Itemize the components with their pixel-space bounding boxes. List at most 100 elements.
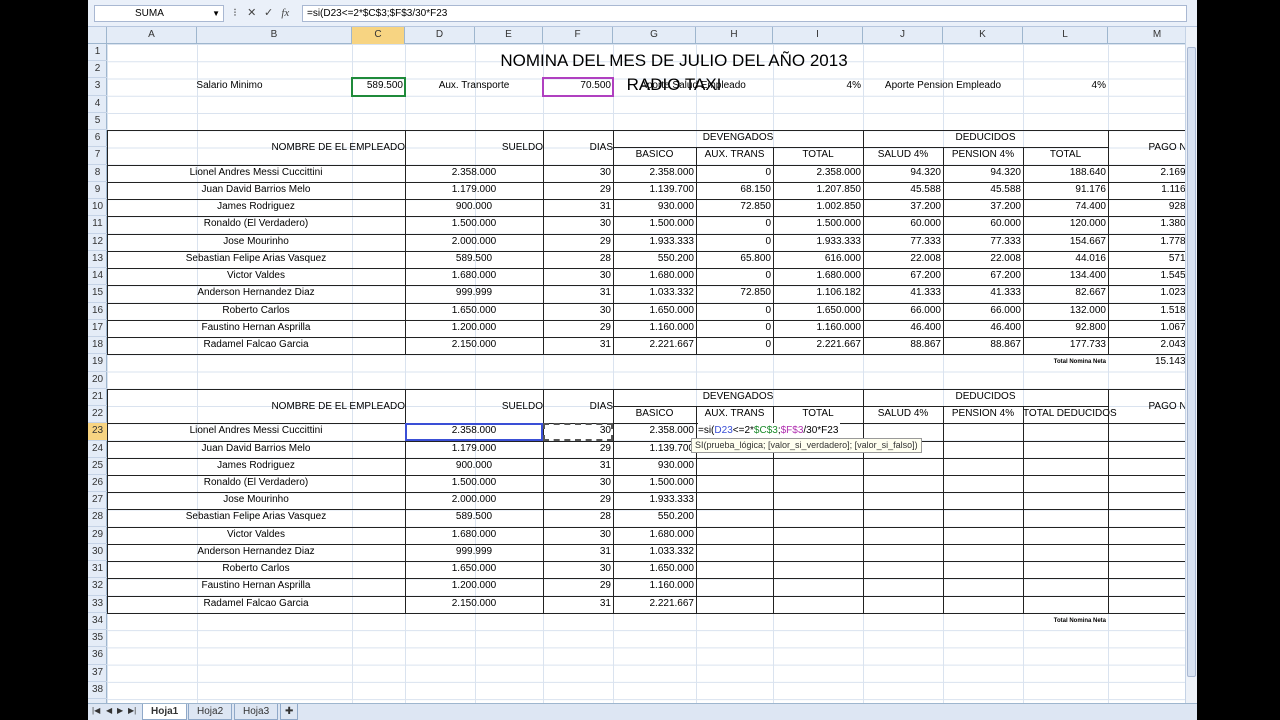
sueldo-value[interactable]: 1.179.000: [405, 182, 543, 199]
header-pension[interactable]: PENSION 4%: [943, 147, 1023, 164]
employee-name[interactable]: Sebastian Felipe Arias Vasquez: [107, 251, 405, 268]
amount-value[interactable]: 1.380.000: [1108, 216, 1186, 233]
sueldo-value[interactable]: 1.680.000: [405, 527, 543, 544]
employee-name[interactable]: Juan David Barrios Melo: [107, 182, 405, 199]
row-header[interactable]: 21: [88, 389, 107, 407]
row-header[interactable]: 25: [88, 458, 107, 475]
header-total[interactable]: TOTAL: [1023, 147, 1108, 164]
sueldo-value[interactable]: 1.179.000: [405, 441, 543, 458]
name-box[interactable]: SUMA ▼: [94, 5, 224, 22]
total-label[interactable]: Total Nomina Neta: [943, 613, 1108, 630]
row-header[interactable]: 35: [88, 630, 107, 648]
amount-value[interactable]: 60.000: [943, 216, 1023, 233]
amount-value[interactable]: 94.320: [863, 165, 943, 182]
sueldo-value[interactable]: 1.200.000: [405, 320, 543, 337]
amount-value[interactable]: 0: [696, 268, 773, 285]
column-header-e[interactable]: E: [475, 27, 543, 44]
amount-value[interactable]: 67.200: [863, 268, 943, 285]
amount-value[interactable]: 77.333: [943, 234, 1023, 251]
insert-sheet-icon[interactable]: ✚: [280, 704, 299, 720]
amount-value[interactable]: 132.000: [1023, 303, 1108, 320]
sueldo-value[interactable]: 1.680.000: [405, 268, 543, 285]
header-basico[interactable]: BASICO: [613, 406, 696, 423]
column-header-j[interactable]: J: [863, 27, 943, 44]
dias-value[interactable]: 30: [543, 423, 613, 440]
amount-value[interactable]: 72.850: [696, 199, 773, 216]
header-deducidos[interactable]: DEDUCIDOS: [863, 389, 1108, 406]
row-header[interactable]: 6: [88, 130, 107, 148]
amount-value[interactable]: 60.000: [863, 216, 943, 233]
amount-value[interactable]: 1.002.850: [773, 199, 863, 216]
amount-value[interactable]: 1.933.333: [773, 234, 863, 251]
pension-label[interactable]: Aporte Pension Empleado: [863, 78, 1023, 95]
amount-value[interactable]: 92.800: [1023, 320, 1108, 337]
amount-value[interactable]: 44.016: [1023, 251, 1108, 268]
amount-value[interactable]: 0: [696, 320, 773, 337]
row-header[interactable]: 13: [88, 251, 107, 269]
worksheet-grid[interactable]: NOMINA DEL MES DE JULIO DEL AÑO 2013 RADI…: [107, 44, 1185, 703]
insert-function-icon[interactable]: fx: [278, 4, 292, 23]
basico-value[interactable]: 2.221.667: [613, 596, 696, 613]
amount-value[interactable]: 1.207.850: [773, 182, 863, 199]
amount-value[interactable]: 37.200: [943, 199, 1023, 216]
amount-value[interactable]: 41.333: [863, 285, 943, 302]
column-header-a[interactable]: A: [107, 27, 197, 44]
sueldo-value[interactable]: 2.000.000: [405, 234, 543, 251]
amount-value[interactable]: 2.358.000: [613, 165, 696, 182]
total-label[interactable]: Total Nomina Neta: [943, 354, 1108, 371]
amount-value[interactable]: 1.650.000: [613, 303, 696, 320]
row-header[interactable]: 38: [88, 682, 107, 700]
column-header-k[interactable]: K: [943, 27, 1023, 44]
amount-value[interactable]: 1.116.674: [1108, 182, 1185, 199]
sueldo-value[interactable]: 2.358.000: [405, 423, 543, 440]
amount-value[interactable]: 1.650.000: [773, 303, 863, 320]
sueldo-value[interactable]: 2.150.000: [405, 596, 543, 613]
header-pension[interactable]: PENSION 4%: [943, 406, 1023, 423]
amount-value[interactable]: 46.400: [863, 320, 943, 337]
sueldo-value[interactable]: 1.500.000: [405, 216, 543, 233]
row-header[interactable]: 26: [88, 475, 107, 493]
amount-value[interactable]: 1.067.200: [1108, 320, 1186, 337]
salario-value[interactable]: 589.500: [351, 77, 406, 97]
amount-value[interactable]: 37.200: [863, 199, 943, 216]
amount-value[interactable]: 120.000: [1023, 216, 1108, 233]
dias-value[interactable]: 31: [543, 285, 613, 302]
first-sheet-icon[interactable]: |◀: [92, 706, 100, 715]
employee-name[interactable]: Ronaldo (El Verdadero): [107, 475, 405, 492]
dias-value[interactable]: 29: [543, 492, 613, 509]
basico-value[interactable]: 1.500.000: [613, 475, 696, 492]
select-all-corner[interactable]: [88, 27, 107, 44]
header-total[interactable]: TOTAL: [773, 406, 863, 423]
total-value[interactable]: 0: [1108, 613, 1185, 630]
row-header[interactable]: 14: [88, 268, 107, 286]
last-sheet-icon[interactable]: ▶|: [128, 706, 136, 715]
amount-value[interactable]: 1.500.000: [773, 216, 863, 233]
row-header[interactable]: 19: [88, 354, 107, 372]
sueldo-value[interactable]: 1.650.000: [405, 561, 543, 578]
amount-value[interactable]: 1.933.333: [613, 234, 696, 251]
amount-value[interactable]: 1.518.000: [1108, 303, 1186, 320]
header-dias[interactable]: DIAS: [543, 130, 613, 164]
amount-value[interactable]: 0: [696, 216, 773, 233]
amount-value[interactable]: 1.500.000: [613, 216, 696, 233]
dias-value[interactable]: 31: [543, 337, 613, 354]
row-header[interactable]: 9: [88, 182, 107, 200]
header-nombre[interactable]: NOMBRE DE EL EMPLEADO: [107, 389, 405, 423]
dias-value[interactable]: 30: [543, 527, 613, 544]
header-pago-neto[interactable]: PAGO NETO: [1108, 130, 1185, 164]
row-header[interactable]: 18: [88, 337, 107, 355]
row-header[interactable]: 20: [88, 372, 107, 389]
sueldo-value[interactable]: 2.000.000: [405, 492, 543, 509]
dias-value[interactable]: 31: [543, 199, 613, 216]
row-header[interactable]: 33: [88, 596, 107, 613]
row-header[interactable]: 2: [88, 61, 107, 79]
sueldo-value[interactable]: 999.999: [405, 285, 543, 302]
amount-value[interactable]: 177.733: [1023, 337, 1108, 354]
basico-value[interactable]: 1.033.332: [613, 544, 696, 561]
employee-name[interactable]: Juan David Barrios Melo: [107, 441, 405, 458]
dias-value[interactable]: 30: [543, 268, 613, 285]
employee-name[interactable]: James Rodriguez: [107, 199, 405, 216]
row-header[interactable]: 37: [88, 665, 107, 682]
amount-value[interactable]: 88.867: [943, 337, 1023, 354]
cancel-icon[interactable]: ✕: [245, 4, 259, 23]
